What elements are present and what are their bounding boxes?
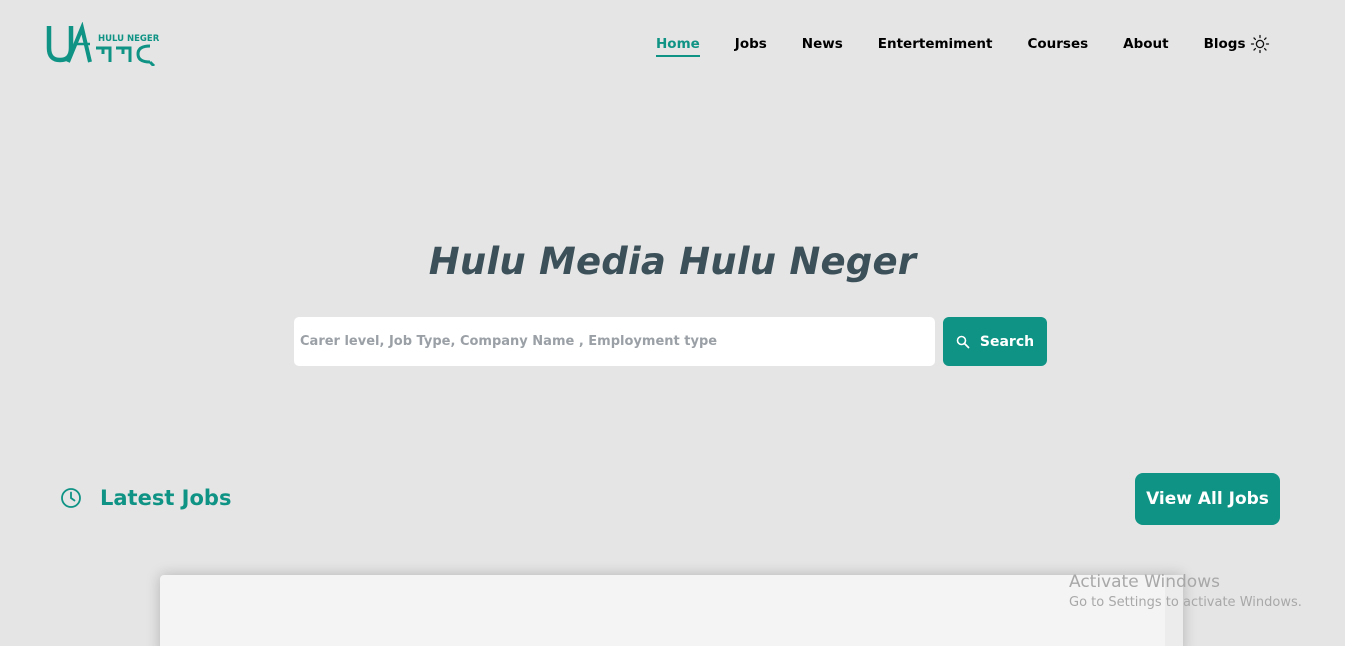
nav-item-home[interactable]: Home xyxy=(656,36,700,57)
watermark-subtitle: Go to Settings to activate Windows. xyxy=(1069,595,1302,610)
job-card[interactable] xyxy=(160,575,1183,646)
clock-icon xyxy=(61,488,81,508)
nav-item-about[interactable]: About xyxy=(1123,36,1168,54)
latest-jobs-header: Latest Jobs xyxy=(60,486,231,510)
site-logo[interactable]: HULU NEGER xyxy=(46,22,166,66)
nav-item-courses[interactable]: Courses xyxy=(1027,36,1088,54)
nav-item-blogs[interactable]: Blogs xyxy=(1204,36,1246,54)
hulu-neger-logo-icon: HULU NEGER xyxy=(46,22,160,66)
view-all-jobs-button[interactable]: View All Jobs xyxy=(1135,473,1280,525)
nav-item-entertemiment[interactable]: Entertemiment xyxy=(878,36,993,54)
main-nav: Home Jobs News Entertemiment Courses About Blo… xyxy=(656,34,1281,57)
activate-windows-watermark: Activate Windows Go to Settings to activ… xyxy=(1069,572,1302,610)
logo-wordmark: HULU NEGER xyxy=(98,34,160,44)
hero-title: Hulu Media Hulu Neger xyxy=(428,240,917,283)
search-button[interactable]: Search xyxy=(943,317,1047,366)
search-button-label: Search xyxy=(979,333,1035,350)
job-search-input[interactable] xyxy=(294,317,935,366)
nav-item-jobs[interactable]: Jobs xyxy=(735,36,767,54)
sun-icon xyxy=(1250,34,1270,54)
theme-toggle-button[interactable] xyxy=(1250,34,1270,54)
latest-jobs-title: Latest Jobs xyxy=(100,486,232,510)
nav-item-news[interactable]: News xyxy=(802,36,843,54)
watermark-title: Activate Windows xyxy=(1069,572,1220,592)
search-icon xyxy=(956,335,970,348)
